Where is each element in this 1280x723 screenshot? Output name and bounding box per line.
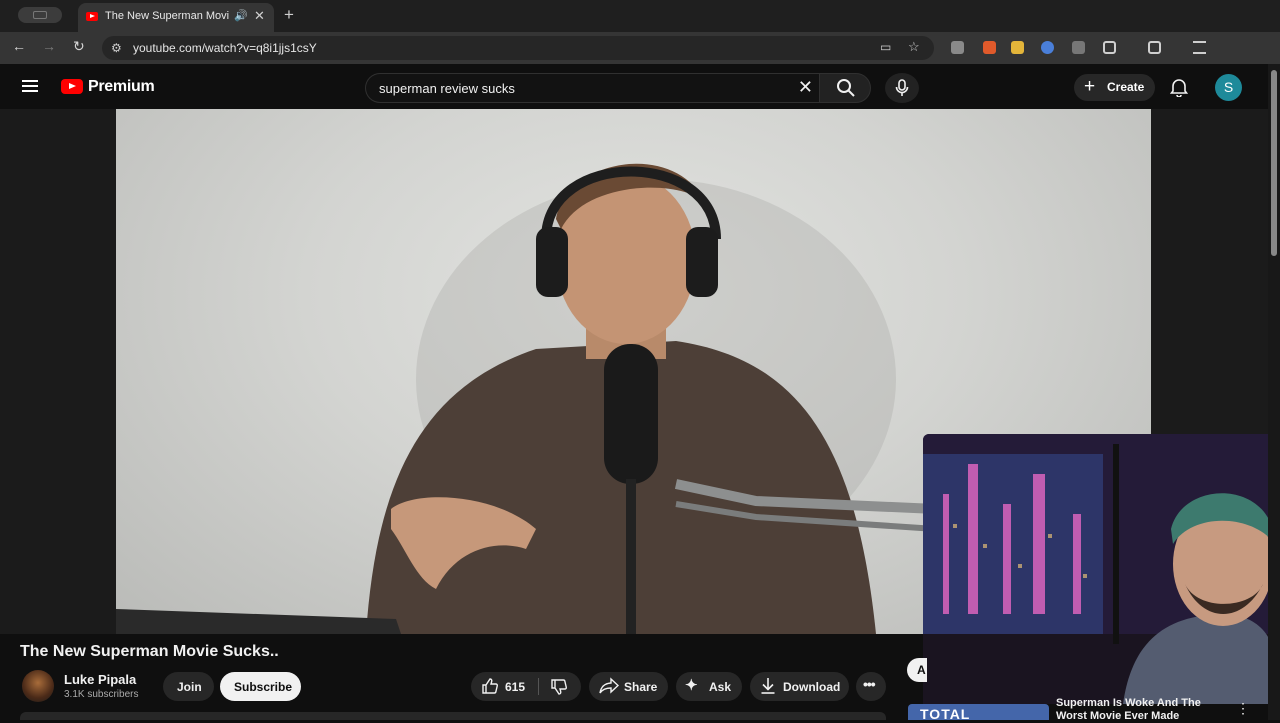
thumbs-up-icon[interactable] <box>481 677 499 695</box>
like-dislike-group: 615 <box>471 672 581 701</box>
youtube-logo-icon[interactable] <box>61 79 83 94</box>
search-input[interactable]: superman review sucks ✕ <box>365 73 819 103</box>
reload-icon[interactable]: ↻ <box>73 38 85 55</box>
recommended-thumb-text: TOTAL <box>920 706 971 720</box>
youtube-header: Premium superman review sucks ✕ + Create… <box>0 64 1268 109</box>
search-icon <box>837 79 855 97</box>
subscribe-label: Subscribe <box>234 680 293 694</box>
url-text: youtube.com/watch?v=q8i1jjs1csY <box>133 41 317 55</box>
account-avatar[interactable]: S <box>1215 74 1242 101</box>
color-extension-icon[interactable] <box>1041 41 1054 54</box>
scrollbar-thumb[interactable] <box>1271 70 1277 256</box>
browser-toolbar: ← → ↻ ⚙ youtube.com/watch?v=q8i1jjs1csY … <box>0 32 1280 89</box>
channel-avatar[interactable] <box>22 670 54 702</box>
page-scrollbar[interactable] <box>1268 64 1280 720</box>
forward-arrow-icon[interactable]: → <box>42 38 56 54</box>
puzzle-extensions-icon[interactable] <box>1103 41 1116 54</box>
recommended-thumbnail[interactable]: TOTAL <box>908 704 1049 720</box>
camera-extension-icon[interactable] <box>951 41 964 54</box>
ask-label: Ask <box>709 680 732 694</box>
youtube-favicon-icon <box>86 12 98 21</box>
webcam-overlay <box>923 434 1280 704</box>
search-button[interactable] <box>819 73 871 103</box>
webcam-image <box>923 434 1280 704</box>
download-button[interactable]: Download <box>750 672 849 701</box>
filter-chip-label: A <box>917 663 926 677</box>
microphone-icon <box>895 79 909 96</box>
clear-search-icon[interactable]: ✕ <box>798 77 813 98</box>
ask-button[interactable]: ✦ Ask <box>676 672 742 701</box>
tab-title: The New Superman Movie Sucks.. <box>105 10 229 22</box>
voice-search-button[interactable] <box>885 73 919 103</box>
join-button[interactable]: Join <box>163 672 214 701</box>
notes-extension-icon[interactable] <box>1011 41 1024 54</box>
extension-icon[interactable] <box>983 41 996 54</box>
site-info-icon[interactable]: ⚙ <box>111 41 122 55</box>
like-divider <box>538 678 539 695</box>
create-label: Create <box>1107 80 1145 94</box>
subscribe-button[interactable]: Subscribe <box>220 672 301 701</box>
notifications-bell-icon[interactable] <box>1169 77 1189 97</box>
more-vertical-icon[interactable]: ⋮ <box>1236 700 1250 717</box>
subscriber-count: 3.1K subscribers <box>64 689 139 700</box>
back-arrow-icon[interactable]: ← <box>12 38 26 54</box>
download-icon <box>761 678 775 694</box>
pen-extension-icon[interactable] <box>1072 41 1085 54</box>
thumbs-down-icon[interactable] <box>550 678 568 696</box>
bookmark-star-icon[interactable]: ☆ <box>908 39 920 55</box>
media-control-icon[interactable] <box>1193 41 1206 54</box>
browser-tab-bar: The New Superman Movie Sucks.. 🔊 ✕ + <box>0 0 1280 32</box>
like-count[interactable]: 615 <box>505 680 525 694</box>
channel-name[interactable]: Luke Pipala <box>64 672 136 687</box>
more-horizontal-icon: ••• <box>863 676 876 692</box>
menu-icon[interactable] <box>22 80 38 92</box>
browser-tab[interactable]: The New Superman Movie Sucks.. 🔊 ✕ <box>78 3 274 32</box>
speaker-icon[interactable]: 🔊 <box>234 9 248 22</box>
video-title: The New Superman Movie Sucks.. <box>20 643 279 660</box>
share-label: Share <box>624 680 658 694</box>
address-bar[interactable]: ⚙ youtube.com/watch?v=q8i1jjs1csY ▭ ☆ <box>102 36 934 60</box>
plus-icon: + <box>1084 76 1096 97</box>
logo-text[interactable]: Premium <box>88 78 155 96</box>
description-box[interactable] <box>20 712 886 720</box>
sparkle-icon: ✦ <box>685 677 698 694</box>
tab-group-icon[interactable] <box>18 7 62 23</box>
more-actions-button[interactable]: ••• <box>856 672 886 701</box>
new-tab-button[interactable]: + <box>284 5 294 25</box>
join-label: Join <box>177 680 202 694</box>
filter-chip[interactable]: A <box>907 658 927 682</box>
create-button[interactable]: + Create <box>1074 74 1155 101</box>
sidepanel-icon[interactable] <box>1148 41 1161 54</box>
recommended-title[interactable]: Superman Is Woke And The Worst Movie Eve… <box>1056 697 1226 723</box>
share-button[interactable]: Share <box>589 672 668 701</box>
search-query: superman review sucks <box>379 81 515 96</box>
close-tab-icon[interactable]: ✕ <box>254 8 265 24</box>
cast-icon[interactable]: ▭ <box>880 40 891 54</box>
share-icon <box>599 677 619 694</box>
download-label: Download <box>783 680 841 694</box>
